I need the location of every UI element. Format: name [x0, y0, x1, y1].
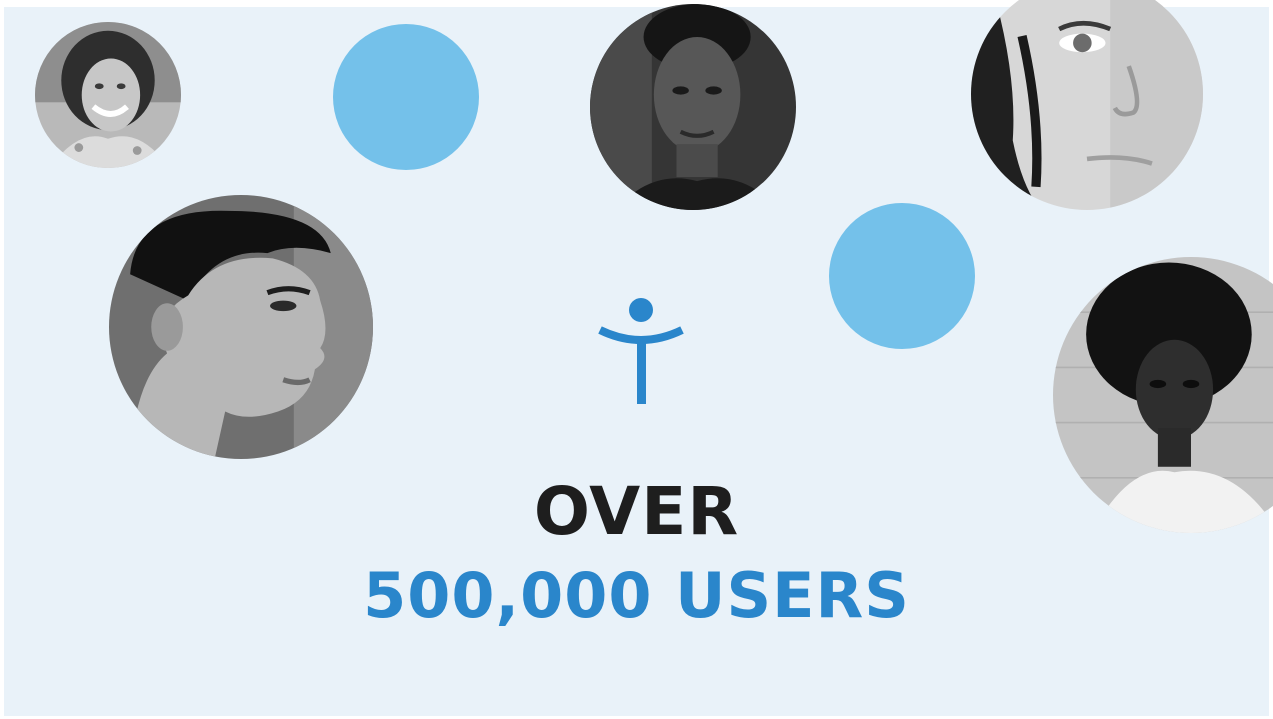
decorative-circle [333, 24, 479, 170]
person-figure-logo-icon [594, 292, 688, 407]
photo-man-portrait [590, 4, 796, 210]
headline-over: OVER [533, 473, 740, 550]
headline-user-count: 500,000 USERS [363, 559, 910, 632]
photo-young-man-profile [109, 195, 373, 459]
decorative-circle [829, 203, 975, 349]
photo-older-woman [35, 22, 181, 168]
